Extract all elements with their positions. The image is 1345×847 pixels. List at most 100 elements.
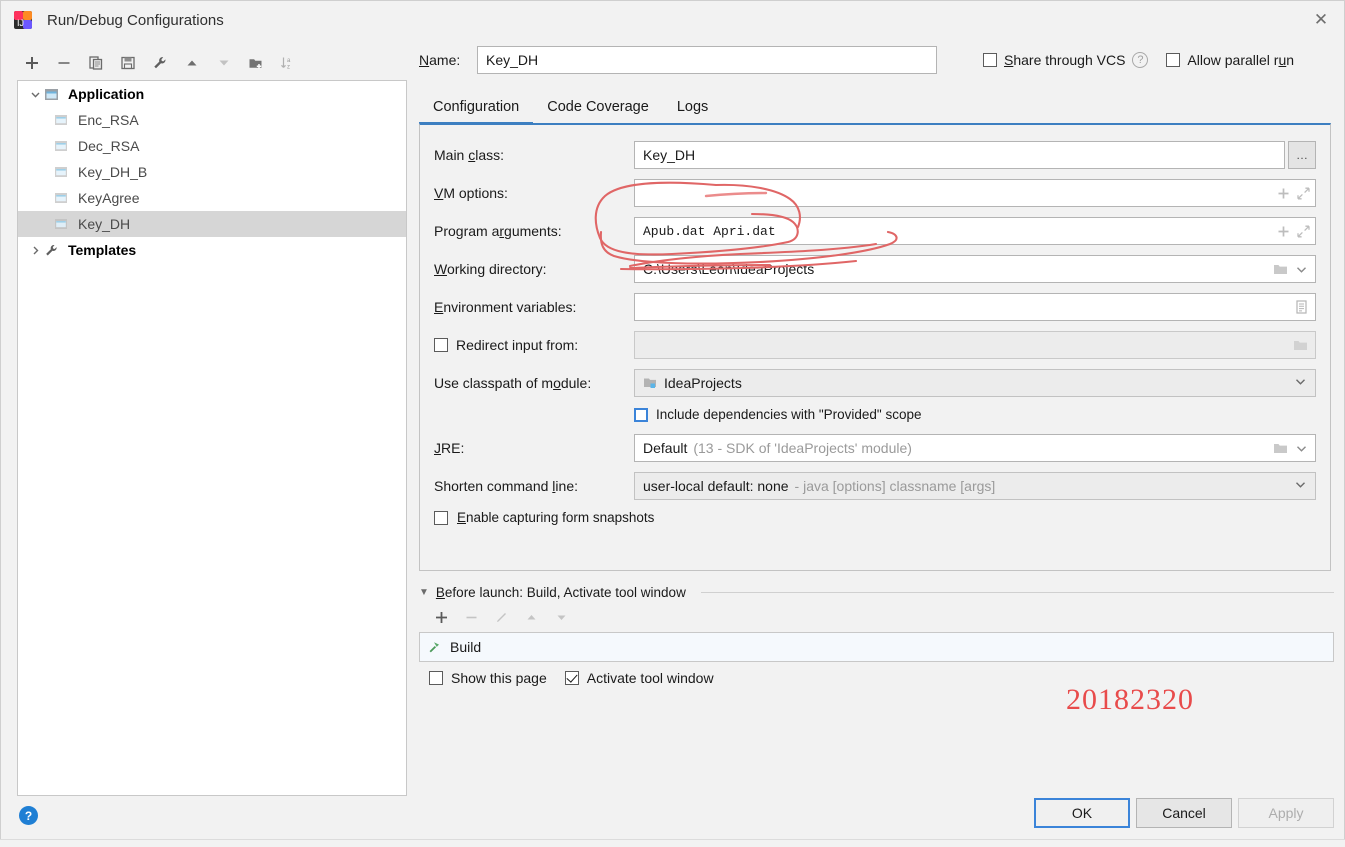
- include-dependencies-label: Include dependencies with "Provided" sco…: [656, 407, 922, 422]
- run-config-icon: [54, 217, 72, 231]
- expand-diagonal-icon[interactable]: [1297, 187, 1310, 200]
- tree-group-application[interactable]: Application: [18, 81, 406, 107]
- cancel-button[interactable]: Cancel: [1136, 798, 1232, 828]
- enable-form-snapshots-checkbox[interactable]: [434, 510, 448, 525]
- save-configuration-button[interactable]: [113, 49, 143, 77]
- working-directory-field[interactable]: C:\Users\Leon\IdeaProjects: [634, 255, 1316, 283]
- tree-item-label: Key_DH: [78, 216, 131, 232]
- chevron-down-icon[interactable]: [1286, 478, 1307, 494]
- program-arguments-field[interactable]: Apub.dat Apri.dat: [634, 217, 1316, 245]
- tab-logs[interactable]: Logs: [663, 91, 722, 123]
- chevron-down-icon[interactable]: [26, 89, 44, 100]
- share-through-vcs-checkbox[interactable]: [983, 53, 997, 67]
- configurations-tree[interactable]: Application Enc_RSA Dec_RSA Key_DH_B Key…: [17, 80, 407, 796]
- add-configuration-button[interactable]: [17, 49, 47, 77]
- application-icon: [44, 87, 62, 102]
- main-class-field[interactable]: Key_DH: [634, 141, 1285, 169]
- before-launch-header[interactable]: ▼ Before launch: Build, Activate tool wi…: [419, 585, 1334, 600]
- folder-icon[interactable]: [1273, 441, 1288, 455]
- tab-configuration-label: Configuration: [433, 99, 520, 115]
- folder-icon: [1293, 338, 1308, 352]
- before-launch-section: ▼ Before launch: Build, Activate tool wi…: [419, 585, 1334, 686]
- working-directory-mnemonic: W: [434, 261, 447, 277]
- before-launch-collapse-icon[interactable]: ▼: [419, 587, 429, 598]
- chevron-down-icon[interactable]: [1295, 442, 1308, 455]
- activate-tool-window-group[interactable]: Activate tool window: [564, 670, 714, 686]
- allow-parallel-run-label: Allow parallel run: [1187, 52, 1295, 68]
- vm-options-actions: [1277, 179, 1310, 207]
- main-class-browse-button[interactable]: …: [1288, 141, 1316, 169]
- macro-plus-icon[interactable]: [1277, 187, 1290, 200]
- chevron-down-icon[interactable]: [1295, 263, 1308, 276]
- before-launch-toolbar: [429, 606, 1334, 628]
- remove-task-button: [459, 606, 483, 628]
- sort-configurations-button[interactable]: a z: [273, 49, 303, 77]
- redirect-input-actions: [1293, 331, 1308, 359]
- help-button[interactable]: ?: [19, 806, 38, 825]
- intellij-idea-logo-icon: IJ: [13, 10, 33, 30]
- environment-variables-field[interactable]: [634, 293, 1316, 321]
- program-arguments-mnemonic: r: [499, 223, 505, 239]
- move-task-up-button: [519, 606, 543, 628]
- show-this-page-checkbox[interactable]: [429, 671, 443, 685]
- show-this-page-group[interactable]: Show this page: [429, 670, 547, 686]
- tree-item-key-dh-b[interactable]: Key_DH_B: [18, 159, 406, 185]
- allow-parallel-run-row[interactable]: Allow parallel run: [1166, 52, 1294, 68]
- name-input[interactable]: [477, 46, 937, 74]
- jre-row: JRE: Default (13 - SDK of 'IdeaProjects'…: [434, 434, 1316, 462]
- move-up-button[interactable]: [177, 49, 207, 77]
- close-icon[interactable]: ✕: [1298, 1, 1344, 39]
- tree-item-key-dh[interactable]: Key_DH: [18, 211, 406, 237]
- remove-configuration-button[interactable]: [49, 49, 79, 77]
- enable-form-snapshots-group[interactable]: Enable capturing form snapshots: [434, 510, 654, 525]
- create-folder-button[interactable]: [241, 49, 271, 77]
- copy-configuration-button[interactable]: [81, 49, 111, 77]
- edit-templates-button[interactable]: [145, 49, 175, 77]
- chevron-down-icon[interactable]: [1286, 375, 1307, 391]
- include-dependencies-control[interactable]: Include dependencies with "Provided" sco…: [634, 407, 1316, 422]
- apply-button: Apply: [1238, 798, 1334, 828]
- tree-item-dec-rsa[interactable]: Dec_RSA: [18, 133, 406, 159]
- add-task-button[interactable]: [429, 606, 453, 628]
- classpath-module-value: IdeaProjects: [664, 375, 742, 391]
- environment-variables-label: Environment variables:: [434, 299, 577, 315]
- before-launch-task-list[interactable]: Build: [419, 632, 1334, 662]
- include-dependencies-row: Include dependencies with "Provided" sco…: [434, 407, 1316, 422]
- share-through-vcs-row[interactable]: Share through VCS ?: [983, 52, 1149, 68]
- redirect-input-label: Redirect input from:: [456, 337, 579, 353]
- enable-form-snapshots-row[interactable]: Enable capturing form snapshots: [434, 510, 1316, 525]
- svg-text:IJ: IJ: [17, 18, 24, 28]
- expand-diagonal-icon[interactable]: [1297, 225, 1310, 238]
- before-launch-task-label: Build: [450, 639, 482, 655]
- tree-item-label: KeyAgree: [78, 190, 140, 206]
- shorten-command-line-combo[interactable]: user-local default: none - java [options…: [634, 472, 1316, 500]
- include-dependencies-checkbox[interactable]: [634, 407, 648, 422]
- tab-code-coverage[interactable]: Code Coverage: [533, 91, 663, 123]
- classpath-module-combo[interactable]: IdeaProjects: [634, 369, 1316, 397]
- activate-tool-window-checkbox[interactable]: [564, 671, 579, 685]
- allow-parallel-run-checkbox[interactable]: [1166, 53, 1181, 67]
- tree-group-templates[interactable]: Templates: [18, 237, 406, 263]
- redirect-input-checkbox[interactable]: [434, 338, 448, 352]
- tree-group-label: Application: [68, 86, 145, 102]
- vm-options-label: VM options:: [434, 185, 508, 201]
- tree-item-enc-rsa[interactable]: Enc_RSA: [18, 107, 406, 133]
- redirect-input-label-group[interactable]: Redirect input from:: [434, 337, 634, 353]
- working-directory-label: Working directory:: [434, 261, 547, 277]
- folder-icon[interactable]: [1273, 262, 1288, 276]
- help-circle-icon[interactable]: ?: [1132, 52, 1149, 68]
- move-down-button[interactable]: [209, 49, 239, 77]
- share-through-vcs-label: Share through VCS: [1004, 52, 1126, 68]
- jre-combo[interactable]: Default (13 - SDK of 'IdeaProjects' modu…: [634, 434, 1316, 462]
- redirect-input-control: [634, 331, 1316, 359]
- tree-item-keyagree[interactable]: KeyAgree: [18, 185, 406, 211]
- ok-button[interactable]: OK: [1034, 798, 1130, 828]
- list-edit-icon[interactable]: [1295, 300, 1308, 314]
- vm-options-field[interactable]: [634, 179, 1316, 207]
- configuration-form: Main class: Key_DH … VM options: Program…: [419, 123, 1331, 571]
- tab-configuration[interactable]: Configuration: [419, 91, 534, 125]
- chevron-right-icon[interactable]: [26, 245, 44, 256]
- tree-item-label: Key_DH_B: [78, 164, 148, 180]
- macro-plus-icon[interactable]: [1277, 225, 1290, 238]
- program-arguments-actions: [1277, 217, 1310, 245]
